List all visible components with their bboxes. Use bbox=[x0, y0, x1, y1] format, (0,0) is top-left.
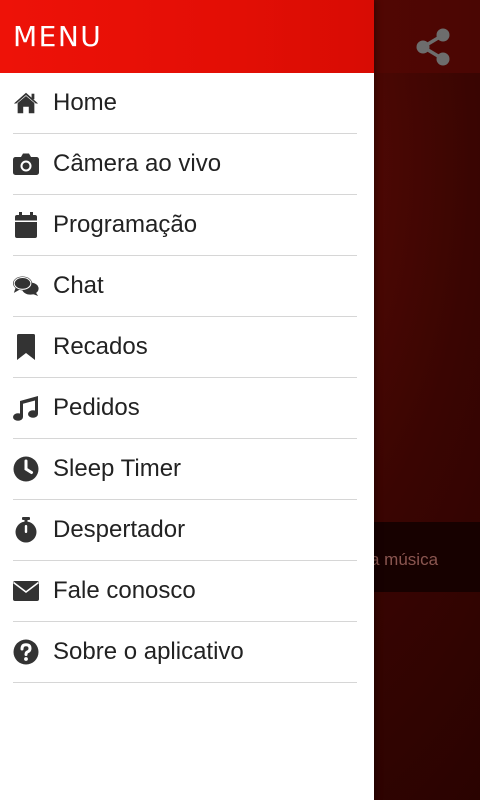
stopwatch-icon bbox=[13, 517, 39, 543]
menu-item-label: Recados bbox=[53, 333, 148, 360]
menu-item-label: Home bbox=[53, 89, 118, 116]
home-icon bbox=[13, 90, 39, 116]
share-button[interactable] bbox=[414, 27, 454, 67]
menu-item-home[interactable]: Home bbox=[13, 73, 357, 134]
menu-item-camera[interactable]: Câmera ao vivo bbox=[13, 134, 357, 195]
menu-item-label: Câmera ao vivo bbox=[53, 150, 222, 177]
navigation-drawer: MENU Home Câmera ao vivo Programação Cha… bbox=[0, 0, 374, 800]
app-screen: a música MENU Home Câmera ao vivo Progra… bbox=[0, 0, 480, 800]
question-icon bbox=[13, 639, 39, 665]
envelope-icon bbox=[13, 578, 39, 604]
menu-item-chat[interactable]: Chat bbox=[13, 256, 357, 317]
share-icon bbox=[416, 28, 450, 66]
menu-item-label: Despertador bbox=[53, 516, 186, 543]
clock-icon bbox=[13, 456, 39, 482]
menu-item-schedule[interactable]: Programação bbox=[13, 195, 357, 256]
menu-item-contact[interactable]: Fale conosco bbox=[13, 561, 357, 622]
menu-item-label: Pedidos bbox=[53, 394, 140, 421]
menu-item-label: Programação bbox=[53, 211, 198, 238]
menu-item-label: Sleep Timer bbox=[53, 455, 182, 482]
calendar-icon bbox=[13, 212, 39, 238]
menu-item-messages[interactable]: Recados bbox=[13, 317, 357, 378]
camera-icon bbox=[13, 151, 39, 177]
menu-item-label: Fale conosco bbox=[53, 577, 196, 604]
menu-item-label: Chat bbox=[53, 272, 104, 299]
menu-item-requests[interactable]: Pedidos bbox=[13, 378, 357, 439]
drawer-header: MENU bbox=[0, 0, 374, 73]
menu-item-sleep-timer[interactable]: Sleep Timer bbox=[13, 439, 357, 500]
now-playing-text: a música bbox=[370, 550, 439, 569]
menu-list: Home Câmera ao vivo Programação Chat Rec… bbox=[0, 73, 374, 683]
menu-item-label: Sobre o aplicativo bbox=[53, 638, 244, 665]
bookmark-icon bbox=[13, 334, 39, 360]
music-icon bbox=[13, 395, 39, 421]
drawer-title: MENU bbox=[13, 20, 103, 53]
menu-item-alarm[interactable]: Despertador bbox=[13, 500, 357, 561]
menu-item-about[interactable]: Sobre o aplicativo bbox=[13, 622, 357, 683]
chat-icon bbox=[13, 273, 39, 299]
